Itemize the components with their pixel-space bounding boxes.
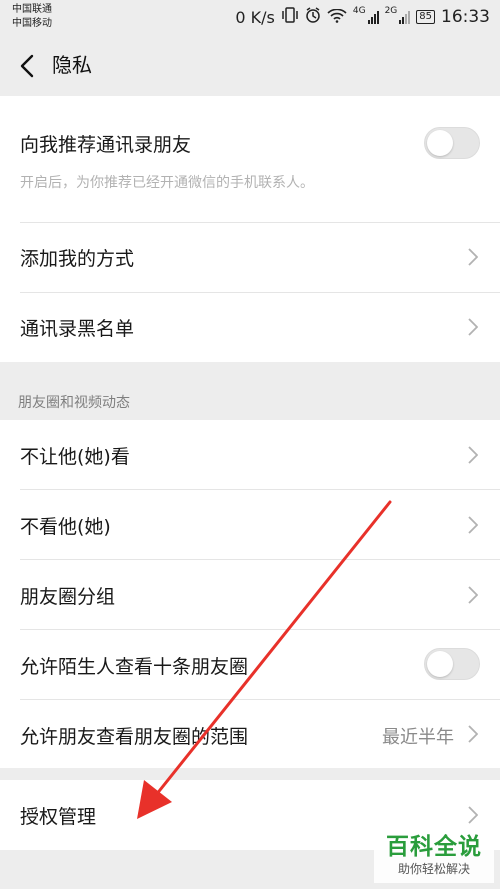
net-speed: 0 K/s bbox=[235, 7, 275, 27]
signal-4g-label: 4G bbox=[352, 6, 366, 16]
back-button[interactable] bbox=[16, 53, 42, 79]
signal-2-icon bbox=[399, 10, 411, 24]
moments-section-title: 朋友圈和视频动态 bbox=[18, 395, 130, 411]
signal-1-icon bbox=[367, 10, 379, 24]
hide-from-label: 不让他(她)看 bbox=[20, 446, 130, 468]
status-indicators: 0 K/s 4G 2G 85 16:33 bbox=[235, 6, 490, 28]
chevron-right-icon bbox=[468, 318, 478, 336]
watermark-logo: 百科全说 助你轻松解决 bbox=[374, 831, 494, 883]
signal-2g-label: 2G bbox=[384, 6, 398, 16]
watermark-sub-text: 助你轻松解决 bbox=[397, 862, 470, 876]
add-methods-label: 添加我的方式 bbox=[20, 248, 135, 270]
carrier-info: 中国联通 中国移动 bbox=[12, 3, 52, 31]
moments-groups-label: 朋友圈分组 bbox=[20, 586, 116, 608]
page-title: 隐私 bbox=[52, 53, 92, 77]
status-bar: 中国联通 中国移动 0 K/s 4G 2G 85 16:33 bbox=[0, 0, 500, 36]
chevron-right-icon bbox=[468, 586, 478, 604]
chevron-right-icon bbox=[468, 248, 478, 266]
recommend-contacts-toggle[interactable] bbox=[424, 127, 480, 159]
battery-level: 85 bbox=[416, 10, 435, 24]
row-contacts-blacklist[interactable]: 通讯录黑名单 bbox=[0, 293, 500, 362]
vibrate-icon bbox=[281, 7, 299, 27]
recommend-contacts-desc: 开启后，为你推荐已经开通微信的手机联系人。 bbox=[20, 175, 314, 191]
row-dont-see[interactable]: 不看他(她) bbox=[0, 490, 500, 559]
alarm-icon bbox=[305, 7, 321, 27]
row-add-methods[interactable]: 添加我的方式 bbox=[0, 223, 500, 292]
clock: 16:33 bbox=[441, 7, 490, 27]
wifi-icon bbox=[327, 8, 347, 27]
visible-range-label: 允许朋友查看朋友圈的范围 bbox=[20, 726, 249, 748]
watermark-main-text: 百科全说 bbox=[386, 834, 482, 860]
dont-see-label: 不看他(她) bbox=[20, 516, 111, 538]
visible-range-value: 最近半年 bbox=[382, 727, 454, 748]
strangers-ten-toggle[interactable] bbox=[424, 648, 480, 680]
row-moments-groups[interactable]: 朋友圈分组 bbox=[0, 560, 500, 629]
recommend-contacts-label: 向我推荐通讯录朋友 bbox=[20, 134, 192, 156]
nav-bar: 隐私 bbox=[0, 36, 500, 96]
chevron-right-icon bbox=[468, 446, 478, 464]
chevron-right-icon bbox=[468, 806, 478, 824]
row-hide-from[interactable]: 不让他(她)看 bbox=[0, 420, 500, 489]
strangers-ten-label: 允许陌生人查看十条朋友圈 bbox=[20, 656, 249, 678]
chevron-right-icon bbox=[468, 516, 478, 534]
chevron-left-icon bbox=[20, 54, 34, 78]
row-recommend-contacts: 向我推荐通讯录朋友 开启后，为你推荐已经开通微信的手机联系人。 bbox=[0, 108, 500, 222]
carrier-2: 中国移动 bbox=[12, 18, 52, 29]
row-visible-range[interactable]: 允许朋友查看朋友圈的范围 最近半年 bbox=[0, 700, 500, 768]
contacts-blacklist-label: 通讯录黑名单 bbox=[20, 318, 135, 340]
auth-management-label: 授权管理 bbox=[20, 806, 97, 828]
toggle-knob bbox=[427, 130, 453, 156]
toggle-knob bbox=[427, 651, 453, 677]
chevron-right-icon bbox=[468, 725, 478, 743]
row-strangers-ten: 允许陌生人查看十条朋友圈 bbox=[0, 630, 500, 699]
carrier-1: 中国联通 bbox=[12, 4, 52, 15]
